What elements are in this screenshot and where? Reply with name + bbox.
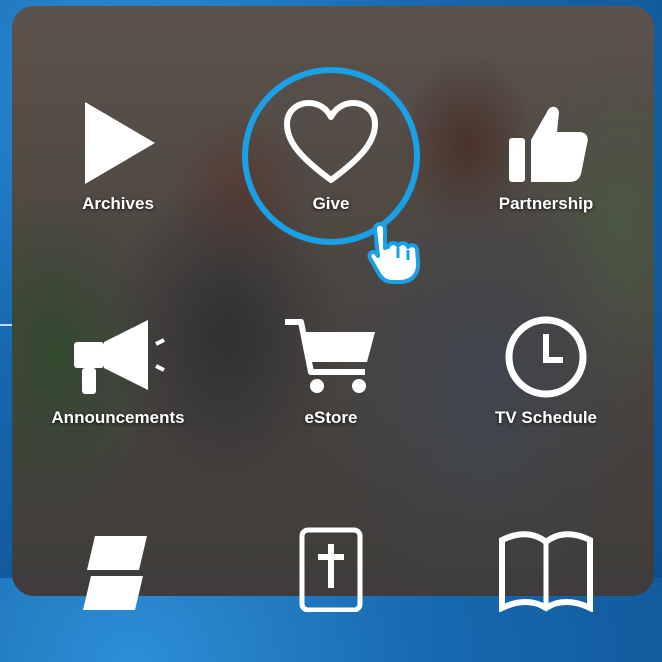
partnership-label: Partnership <box>498 194 594 213</box>
books-icon <box>63 512 173 622</box>
open-book-icon <box>491 512 601 622</box>
megaphone-icon <box>63 302 173 412</box>
bible-tile[interactable] <box>231 512 431 662</box>
devotional-tile[interactable] <box>446 512 646 662</box>
tv-schedule-label: TV Schedule <box>494 408 598 427</box>
library-tile[interactable] <box>18 512 218 662</box>
tv-schedule-tile[interactable]: TV Schedule <box>446 302 646 452</box>
archives-label: Archives <box>82 194 154 213</box>
thumbs-up-icon <box>491 88 601 198</box>
announcements-tile[interactable]: Announcements <box>18 302 218 452</box>
estore-tile[interactable]: eStore <box>231 302 431 452</box>
announcements-label: Announcements <box>51 408 185 427</box>
cart-icon <box>276 302 386 412</box>
play-icon <box>63 88 173 198</box>
estore-label: eStore <box>304 408 358 427</box>
tap-hand-icon <box>367 222 421 284</box>
partnership-tile[interactable]: Partnership <box>446 88 646 238</box>
archives-tile[interactable]: Archives <box>18 88 218 238</box>
bible-icon <box>276 512 386 622</box>
clock-icon <box>491 302 601 412</box>
